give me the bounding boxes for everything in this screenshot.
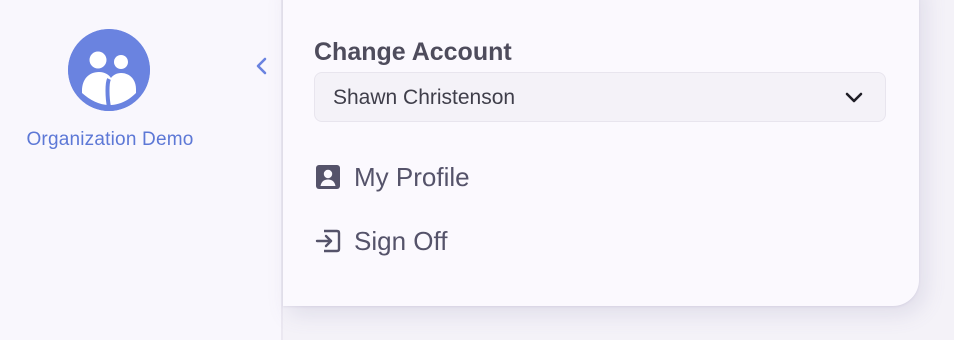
sign-out-icon — [315, 229, 341, 253]
chevron-left-icon — [256, 57, 267, 75]
sign-off-menu-item[interactable]: Sign Off — [314, 221, 614, 261]
my-profile-label: My Profile — [354, 162, 470, 192]
change-account-title: Change Account — [314, 38, 512, 66]
sign-off-label: Sign Off — [354, 226, 448, 256]
account-select[interactable]: Shawn Christenson — [314, 72, 886, 122]
app-root: Organization Demo Change Account Shawn C… — [0, 0, 954, 340]
account-menu-panel: Change Account Shawn Christenson My Prof… — [283, 0, 919, 306]
collapse-sidebar-button[interactable] — [248, 52, 274, 80]
org-avatar-icon[interactable] — [68, 29, 150, 111]
my-profile-menu-item[interactable]: My Profile — [314, 157, 614, 197]
org-name-label: Organization Demo — [26, 129, 194, 150]
sidebar: Organization Demo — [0, 0, 283, 340]
profile-card-icon — [316, 165, 340, 189]
chevron-down-icon — [845, 92, 863, 103]
selected-account-value: Shawn Christenson — [333, 86, 516, 109]
